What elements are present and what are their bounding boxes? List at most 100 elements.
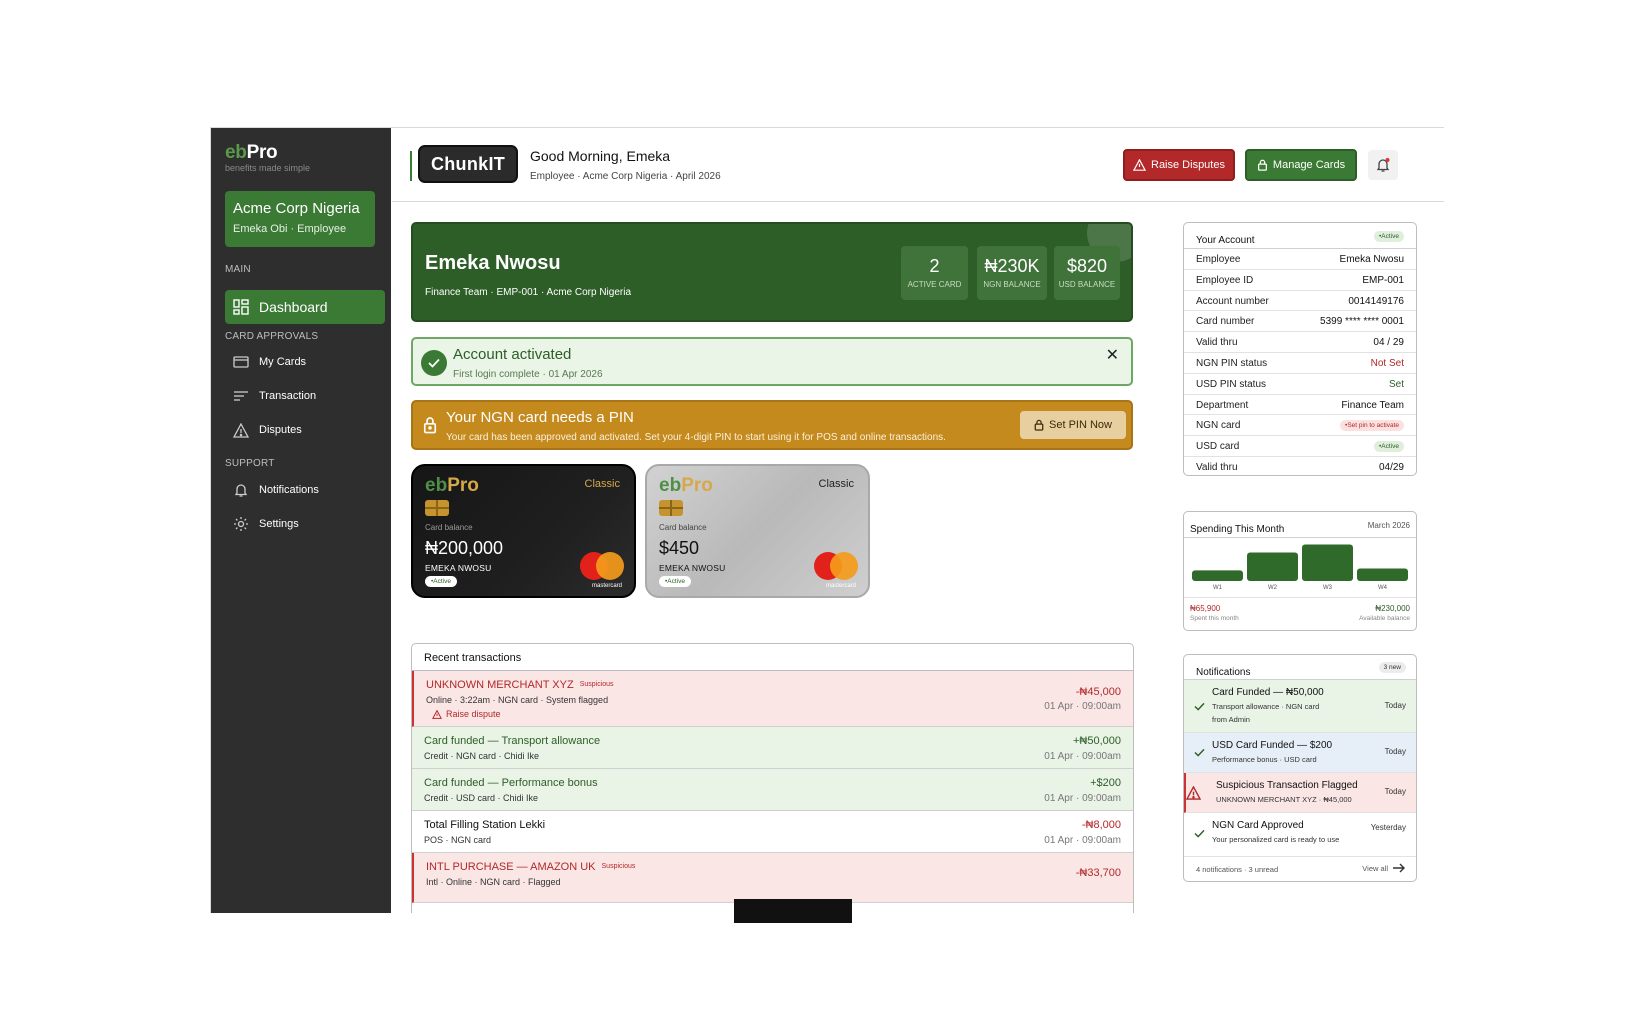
list-item[interactable]: USD Card Funded — $200 Performance bonus… (1184, 733, 1416, 773)
set-pin-button[interactable]: Set PIN Now (1020, 411, 1126, 439)
set-pin-label: Set PIN Now (1049, 419, 1112, 431)
notification-title: Card Funded — ₦50,000 (1212, 687, 1324, 698)
table-row[interactable]: INTL PURCHASE — AMAZON UK Suspicious Intl… (412, 853, 1133, 903)
sidebar-item-my-cards[interactable]: My Cards (233, 352, 306, 372)
table-row[interactable]: Total Filling Station Lekki POS · NGN ca… (412, 811, 1133, 853)
spending-month: March 2026 (1367, 521, 1410, 530)
tx-name: INTL PURCHASE — AMAZON UK Suspicious (426, 861, 636, 873)
unread-badge: 3 new (1378, 662, 1406, 673)
sidebar-item-disputes[interactable]: Disputes (233, 420, 302, 440)
manage-cards-button[interactable]: Manage Cards (1245, 149, 1357, 181)
lock-icon (423, 417, 437, 434)
card-holder: EMEKA NWOSU (425, 563, 492, 573)
activated-subtitle: First login complete · 01 Apr 2026 (453, 369, 603, 380)
status-badge: • Active (1374, 231, 1404, 242)
your-account-panel: Your Account • Active Employee Emeka Nwos… (1183, 222, 1417, 476)
sidebar-item-settings[interactable]: Settings (233, 514, 299, 534)
tx-date: 01 Apr · 09:00am (1044, 701, 1121, 712)
sidebar-item-label: My Cards (259, 356, 307, 368)
view-all-link[interactable]: View all (1362, 863, 1406, 873)
available-label: Available balance (1359, 615, 1410, 622)
tx-amount: +₦50,000 (1072, 735, 1121, 747)
list-item[interactable]: Suspicious Transaction Flagged UNKNOWN M… (1184, 773, 1416, 813)
tx-name: UNKNOWN MERCHANT XYZ Suspicious (426, 679, 614, 691)
list-item[interactable]: NGN Card Approved Your personalized card… (1184, 813, 1416, 857)
bottom-bar (734, 899, 852, 923)
account-row-valid-thru: Valid thru 04 / 29 (1184, 332, 1416, 353)
recent-transactions: Recent transactions UNKNOWN MERCHANT XYZ… (411, 643, 1134, 913)
notification-title: USD Card Funded — $200 (1212, 740, 1333, 751)
check-icon (1194, 702, 1205, 711)
card-balance: ₦200,000 (425, 538, 504, 558)
close-icon[interactable]: ✕ (1106, 345, 1119, 365)
raise-disputes-button[interactable]: Raise Disputes (1123, 149, 1235, 181)
sidebar-item-transaction[interactable]: Transaction (233, 386, 316, 406)
notification-subtitle: UNKNOWN MERCHANT XYZ · ₦45,000 (1216, 795, 1352, 804)
warning-icon (432, 709, 442, 719)
account-header: Your Account • Active (1184, 223, 1416, 249)
greeting-title: Good Morning, Emeka (530, 148, 671, 164)
spending-header: Spending This Month March 2026 (1184, 512, 1416, 538)
notification-time: Today (1384, 747, 1406, 756)
card-network: mastercard (591, 583, 622, 589)
sidebar-item-notifications[interactable]: Notifications (233, 480, 319, 500)
tx-meta: Intl · Online · NGN card · Flagged (426, 877, 561, 887)
available-amount: ₦230,000 (1375, 604, 1410, 613)
account-row-employee-id: Employee ID EMP-001 (1184, 270, 1416, 291)
card-status-badge: • Active (659, 576, 691, 587)
ngn-card[interactable]: ebPro Classic Card balance ₦200,000 EMEK… (411, 464, 636, 598)
stat-active-card: 2 ACTIVE CARD (901, 246, 968, 300)
stat-label: USD BALANCE (1058, 280, 1116, 289)
card-logo: ebPro (425, 475, 479, 496)
brand-eb: eb (225, 142, 247, 163)
sidebar-item-label: Disputes (259, 424, 302, 436)
list-item[interactable]: Card Funded — ₦50,000 Transport allowanc… (1184, 680, 1416, 733)
account-row-department: Department Finance Team (1184, 395, 1416, 416)
sidebar-item-label: Dashboard (259, 299, 328, 315)
stat-label: ACTIVE CARD (907, 280, 962, 289)
notifications-footer: 4 notifications · 3 unread View all (1184, 859, 1416, 881)
tx-meta: Online · 3:22am · NGN card · System flag… (426, 695, 609, 705)
table-row[interactable]: Card funded — Performance bonus Credit ·… (412, 769, 1133, 811)
notification-time: Yesterday (1370, 823, 1406, 832)
tx-amount: -₦33,700 (1075, 867, 1121, 879)
bar-w1 (1192, 570, 1243, 581)
account-row-valid-thru-2: Valid thru 04/29 (1196, 461, 1404, 473)
account-row-usd-card: USD card • Active (1184, 436, 1416, 457)
greeting-subtitle: Employee · Acme Corp Nigeria · April 202… (530, 171, 721, 182)
chunkit-logo: ChunkIT (418, 145, 518, 183)
card-balance-label: Card balance (659, 523, 707, 532)
mastercard-icon (580, 552, 624, 580)
table-row[interactable]: UNKNOWN MERCHANT XYZ Suspicious Online · … (412, 671, 1133, 727)
notification-time: Today (1384, 701, 1406, 710)
spent-label: Spent this month (1190, 615, 1239, 622)
table-row[interactable]: Card funded — Transport allowance Credit… (412, 727, 1133, 769)
suspicious-tag: Suspicious (601, 863, 636, 870)
usd-card[interactable]: ebPro Classic Card balance $450 EMEKA NW… (645, 464, 870, 598)
bell-icon (234, 484, 248, 497)
tx-amount: +$200 (1090, 777, 1121, 789)
notification-subtitle: Transport allowance · NGN card (1212, 702, 1320, 711)
account-row-usd-pin: USD PIN status Set (1184, 374, 1416, 395)
employee-details: Finance Team · EMP-001 · Acme Corp Niger… (425, 287, 632, 298)
notification-title: NGN Card Approved (1212, 820, 1304, 831)
sidebar-item-dashboard[interactable]: Dashboard (225, 290, 385, 324)
check-icon (1194, 748, 1205, 757)
card-icon (233, 356, 249, 368)
bell-icon (1376, 158, 1390, 172)
notifications-bell-button[interactable] (1368, 150, 1398, 180)
raise-dispute-link[interactable]: Raise dispute (432, 709, 501, 719)
brand-logo[interactable]: ebPro benefits made simple (225, 142, 310, 173)
notification-title: Suspicious Transaction Flagged (1216, 780, 1358, 791)
spending-title: Spending This Month (1190, 524, 1285, 535)
profile-hero: Emeka Nwosu Finance Team · EMP-001 · Acm… (411, 222, 1133, 322)
lock-icon (1257, 159, 1267, 171)
tick-label-w2: W2 (1268, 585, 1278, 591)
account-row-employee: Employee Emeka Nwosu (1184, 249, 1416, 270)
gear-icon (234, 517, 248, 531)
brand-tagline: benefits made simple (225, 163, 311, 173)
account-row-ngn-pin: NGN PIN status Not Set (1184, 353, 1416, 374)
chip-icon (659, 500, 683, 516)
org-switcher[interactable]: Acme Corp Nigeria Emeka Obi · Employee (225, 191, 375, 247)
account-row-ngn-card: NGN card • Set pin to activate (1184, 415, 1416, 437)
